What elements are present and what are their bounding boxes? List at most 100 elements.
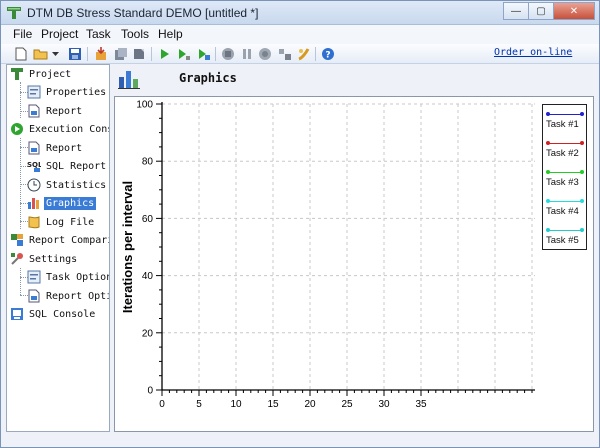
toolbar-separator	[215, 47, 216, 61]
import-button[interactable]	[93, 46, 109, 62]
menu-file[interactable]: File	[13, 27, 32, 41]
x-tick-label: 15	[267, 399, 279, 410]
title-bar[interactable]: DTM DB Stress Standard DEMO [untitled *]…	[1, 1, 599, 25]
open-dropdown-button[interactable]	[50, 46, 60, 62]
import-icon	[96, 47, 106, 60]
y-tick-label: 40	[142, 271, 154, 282]
tasks-button[interactable]	[277, 46, 293, 62]
stop-icon	[222, 48, 234, 60]
y-tick-label: 80	[142, 157, 154, 168]
pause-icon	[243, 49, 251, 59]
window-controls: — ▢ ✕	[503, 2, 595, 21]
project-icon	[11, 68, 23, 80]
tree-item-settings[interactable]: Settings	[10, 250, 79, 268]
properties-icon	[27, 85, 41, 99]
x-tick-label: 25	[341, 399, 353, 410]
save-button[interactable]	[67, 46, 83, 62]
toolbar-separator	[315, 47, 316, 61]
legend-marker	[546, 112, 550, 116]
tree-item-execution-console[interactable]: Execution Console	[10, 120, 109, 138]
tree-item-exec-report[interactable]: Report	[27, 139, 84, 157]
tree-item-task-options[interactable]: Task Options	[27, 268, 109, 286]
log-file-icon	[28, 216, 40, 229]
legend-entry: Task #3	[545, 166, 585, 192]
run-button[interactable]	[157, 46, 173, 62]
tree-item-project[interactable]: Project	[10, 65, 73, 83]
legend-marker	[580, 199, 584, 203]
x-tick-label: 10	[230, 399, 242, 410]
graphics-icon	[118, 71, 140, 89]
y-tick-label: 100	[136, 100, 153, 111]
run-selected-button[interactable]	[196, 46, 212, 62]
minimize-icon: —	[511, 5, 521, 17]
legend-marker	[546, 170, 550, 174]
sql-console-icon	[11, 308, 23, 320]
close-icon: ✕	[569, 5, 579, 17]
chart-container: 0 20 40 60 80 100 0 5 10 15 20 25 30 35 Iterations per…	[114, 96, 594, 432]
run-selected-icon	[199, 49, 210, 60]
legend-marker	[580, 112, 584, 116]
menu-bar: File Project Task Tools Help	[1, 25, 599, 44]
sql-report-icon: SQL	[27, 161, 41, 172]
run-step-button[interactable]	[176, 46, 192, 62]
x-tick-label: 30	[378, 399, 390, 410]
close-button[interactable]: ✕	[553, 2, 595, 20]
task-options-icon	[27, 270, 41, 284]
tree-item-sql-console[interactable]: SQL Console	[10, 305, 97, 323]
export-icon	[115, 48, 127, 60]
settings-icon	[11, 253, 23, 265]
chart-canvas: 0 20 40 60 80 100 0 5 10 15 20 25 30 35 Iterations per…	[120, 100, 535, 410]
legend-label: Task #1	[546, 119, 579, 130]
tree-item-report-comparison[interactable]: Report Comparison	[10, 231, 109, 249]
x-tick-label: 0	[159, 399, 165, 410]
minimize-button[interactable]: —	[503, 2, 529, 20]
report-options-icon	[28, 289, 40, 303]
legend-marker	[546, 199, 550, 203]
legend-entry: Task #2	[545, 137, 585, 163]
legend-entry: Task #4	[545, 195, 585, 221]
menu-help[interactable]: Help	[158, 27, 183, 41]
toolbar: ? Order on-line	[1, 44, 599, 64]
tree-item-statistics[interactable]: Statistics	[27, 176, 108, 194]
legend-marker	[546, 228, 550, 232]
navigation-tree: Project Properties Report Execution Cons…	[6, 64, 110, 432]
record-button[interactable]	[257, 46, 273, 62]
pause-button[interactable]	[239, 46, 255, 62]
new-file-button[interactable]	[13, 46, 29, 62]
tree-item-graphics[interactable]: Graphics	[27, 194, 97, 212]
x-tick-label: 35	[415, 399, 427, 410]
tree-item-report[interactable]: Report	[27, 102, 84, 120]
legend-entry: Task #1	[545, 108, 585, 134]
svg-text:SQL: SQL	[27, 161, 41, 169]
tree-item-sql-report[interactable]: SQL SQL Report	[27, 157, 108, 175]
help-button[interactable]: ?	[320, 46, 336, 62]
tasks-icon	[279, 49, 291, 60]
save-icon	[69, 48, 81, 60]
maximize-button[interactable]: ▢	[528, 2, 554, 20]
settings-button[interactable]	[296, 46, 312, 62]
dropdown-arrow-icon	[51, 51, 59, 56]
menu-project[interactable]: Project	[41, 27, 78, 41]
settings-icon	[298, 48, 310, 61]
legend-line-swatch	[548, 230, 582, 231]
tree-item-report-options[interactable]: Report Options	[27, 287, 109, 305]
legend-marker	[546, 141, 550, 145]
tree-item-log-file[interactable]: Log File	[27, 213, 96, 231]
report-comparison-icon	[11, 234, 23, 246]
y-axis-title: Iterations per interval	[120, 181, 135, 313]
legend-label: Task #3	[546, 177, 579, 188]
menu-task[interactable]: Task	[86, 27, 111, 41]
toolbar-separator	[87, 47, 88, 61]
export-button[interactable]	[113, 46, 129, 62]
open-folder-icon	[33, 49, 48, 60]
export2-button[interactable]	[131, 46, 147, 62]
x-tick-label: 5	[196, 399, 202, 410]
open-folder-button[interactable]	[33, 46, 49, 62]
menu-tools[interactable]: Tools	[121, 27, 149, 41]
tree-item-properties[interactable]: Properties	[27, 83, 108, 101]
window-title: DTM DB Stress Standard DEMO [untitled *]	[27, 6, 259, 20]
stop-button[interactable]	[220, 46, 236, 62]
y-tick-label: 20	[142, 328, 154, 339]
order-online-link[interactable]: Order on-line	[494, 47, 572, 58]
app-logo-icon	[7, 7, 21, 19]
